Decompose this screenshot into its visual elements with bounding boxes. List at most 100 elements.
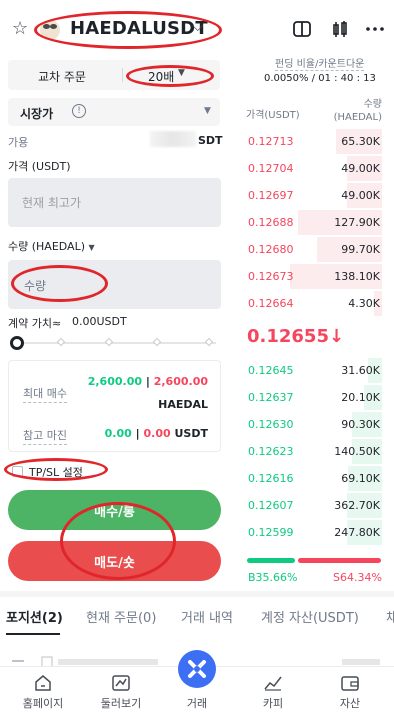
divider (122, 68, 123, 82)
contract-value: 0.00USDT (72, 315, 127, 328)
order-summary: 최대 매수 2,600.00 | 2,600.00 HAEDAL 참고 마진 0… (8, 360, 221, 452)
orderbook-qty-header: 수량 (HAEDAL) (320, 98, 382, 124)
ask-quantity: 49.00K (341, 162, 380, 175)
wallet-icon (341, 676, 359, 691)
ask-row[interactable]: 0.12704 49.00K (246, 155, 382, 182)
active-tab-indicator (6, 633, 60, 635)
available-unit: SDT (198, 134, 223, 147)
bid-price: 0.12616 (248, 472, 294, 485)
nav-explore-label: 둘러보기 (100, 697, 142, 710)
max-buy-unit: HAEDAL (158, 398, 208, 411)
caret-down-icon: ▼ (204, 106, 211, 116)
buy-long-button[interactable]: 매수/롱 (8, 490, 221, 530)
bid-price: 0.12630 (248, 418, 294, 431)
star-icon[interactable]: ☆ (12, 20, 28, 38)
slider-track (16, 342, 216, 344)
explore-icon (112, 675, 130, 691)
bid-row[interactable]: 0.12645 31.60K (246, 357, 382, 384)
price-label: 가격 (USDT) (8, 160, 71, 173)
ask-price: 0.12664 (248, 297, 294, 310)
nav-assets-label: 자산 (339, 697, 361, 710)
quantity-label-text: 수량 (HAEDAL) (8, 240, 85, 253)
ask-row[interactable]: 0.12697 49.00K (246, 182, 382, 209)
quantity-input[interactable] (24, 276, 164, 296)
nav-home[interactable]: 홈페이지 (4, 667, 82, 713)
ref-margin-long: 0.00 (104, 427, 132, 440)
candlestick-icon[interactable] (329, 18, 351, 40)
ask-quantity: 4.30K (348, 297, 380, 310)
nav-assets[interactable]: 자산 (311, 667, 389, 713)
copy-trade-icon (264, 676, 282, 691)
order-type-label: 시장가 (20, 107, 54, 121)
ref-margin-unit: USDT (174, 427, 209, 440)
ask-price: 0.12688 (248, 216, 294, 229)
bid-row[interactable]: 0.12599 247.80K (246, 519, 382, 546)
ask-row[interactable]: 0.12713 65.30K (246, 128, 382, 155)
ref-margin-values: 0.00 | 0.00 USDT (104, 427, 209, 440)
qty-header-line1: 수량 (363, 99, 382, 110)
tab-trade-history[interactable]: 거래 내역 (181, 607, 233, 626)
quantity-slider[interactable] (10, 335, 220, 351)
section-divider (0, 591, 394, 597)
ask-price: 0.12704 (248, 162, 294, 175)
bid-quantity: 362.70K (334, 499, 380, 512)
ask-quantity: 127.90K (334, 216, 380, 229)
ref-margin-short: 0.00 (143, 427, 171, 440)
bid-row[interactable]: 0.12630 90.30K (246, 411, 382, 438)
tab-account-assets[interactable]: 계정 자산(USDT) (261, 607, 359, 626)
tab-overflow[interactable]: 채 (386, 607, 394, 626)
ref-margin-label: 참고 마진 (23, 427, 67, 445)
nav-home-label: 홈페이지 (22, 697, 64, 710)
price-input[interactable] (8, 178, 221, 227)
tab-open-orders[interactable]: 현재 주문(0) (86, 607, 156, 626)
max-buy-long: 2,600.00 (87, 375, 142, 388)
trade-fab-button[interactable] (178, 650, 216, 688)
max-buy-short: 2,600.00 (153, 375, 208, 388)
caret-down-icon: ▼ (88, 243, 95, 252)
slider-step-50[interactable] (104, 337, 114, 347)
orderbook-price-header: 가격(USDT) (246, 110, 300, 121)
slider-knob[interactable] (10, 336, 24, 350)
ask-price: 0.12697 (248, 189, 294, 202)
ask-row[interactable]: 0.12664 4.30K (246, 290, 382, 317)
funding-rate-label[interactable]: 펀딩 비율/카운트다운 (275, 55, 365, 71)
trade-icon (188, 660, 206, 678)
nav-explore[interactable]: 둘러보기 (82, 667, 160, 713)
ask-price: 0.12673 (248, 270, 294, 283)
ask-row[interactable]: 0.12680 99.70K (246, 236, 382, 263)
ask-row[interactable]: 0.12688 127.90K (246, 209, 382, 236)
ask-quantity: 99.70K (341, 243, 380, 256)
sell-ratio-bar (298, 558, 381, 563)
ask-quantity: 49.00K (341, 189, 380, 202)
info-icon[interactable]: ! (72, 104, 86, 118)
bid-price: 0.12599 (248, 526, 294, 539)
funding-rate-value: 0.0050% / 01 : 40 : 13 (264, 73, 376, 84)
annotation-circle-pair (34, 11, 222, 49)
slider-step-25[interactable] (56, 337, 66, 347)
nav-copy[interactable]: 카피 (234, 667, 312, 713)
available-label: 가용 (8, 136, 29, 149)
annotation-circle-leverage (126, 65, 214, 87)
home-icon (35, 675, 51, 691)
slider-step-100[interactable] (204, 337, 214, 347)
contract-value-label: 계약 가치≈ (8, 317, 62, 330)
bid-row[interactable]: 0.12637 20.10K (246, 384, 382, 411)
tab-positions[interactable]: 포지션(2) (6, 607, 63, 626)
bid-row[interactable]: 0.12607 362.70K (246, 492, 382, 519)
qty-header-line2: (HAEDAL) (333, 112, 382, 123)
order-type-select[interactable]: 시장가 ! ▼ (8, 98, 220, 126)
bid-price: 0.12607 (248, 499, 294, 512)
sell-short-button[interactable]: 매도/숏 (8, 541, 221, 581)
annotation-circle-tpsl (4, 458, 108, 481)
margin-mode-button[interactable]: 교차 주문 (38, 68, 86, 85)
slider-step-75[interactable] (152, 337, 162, 347)
more-icon[interactable] (364, 18, 386, 40)
ask-row[interactable]: 0.12673 138.10K (246, 263, 382, 290)
max-buy-values: 2,600.00 | 2,600.00 (87, 375, 208, 388)
bid-row[interactable]: 0.12616 69.10K (246, 465, 382, 492)
bid-quantity: 247.80K (334, 526, 380, 539)
quantity-label[interactable]: 수량 (HAEDAL) ▼ (8, 238, 95, 254)
bid-row[interactable]: 0.12623 140.50K (246, 438, 382, 465)
split-view-icon[interactable] (291, 18, 313, 40)
bid-price: 0.12623 (248, 445, 294, 458)
